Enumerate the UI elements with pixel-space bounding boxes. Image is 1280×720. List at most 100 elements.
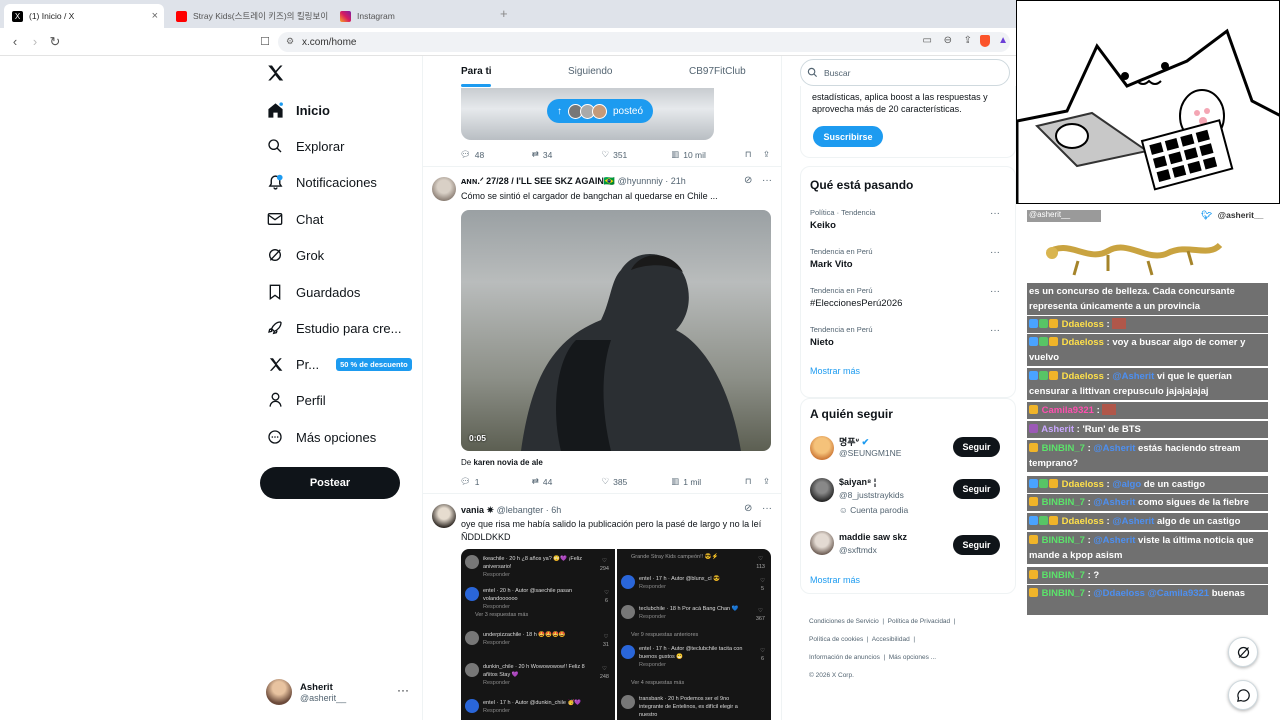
brave-rewards-icon[interactable]: ▲ — [998, 35, 1008, 46]
share-button[interactable]: ⇪ — [763, 149, 770, 160]
chat-bubble-icon — [1236, 688, 1251, 703]
show-more-trends[interactable]: Mostrar más — [810, 366, 860, 376]
trend-more-icon[interactable]: ··· — [990, 325, 1000, 336]
footer-link[interactable]: Accesibilidad — [872, 636, 910, 643]
like-button[interactable]: ♡ 385 — [601, 476, 671, 487]
repost-button[interactable]: ⇄ 44 — [532, 476, 602, 487]
tab-para-ti[interactable]: Para ti — [461, 66, 492, 77]
follow-button[interactable]: Seguir — [953, 535, 1000, 555]
avatar[interactable] — [432, 177, 456, 201]
sidebar-item-perfil[interactable]: Perfil — [266, 391, 326, 409]
sidebar-item-premium[interactable]: Pr... 50 % de descuento — [266, 355, 412, 373]
site-settings-icon[interactable]: ⚙ — [286, 36, 294, 47]
address-bar[interactable]: ⚙ x.com/home ▭ ⊖ ⇪ ▲ — [278, 32, 1010, 52]
bookmark-button[interactable]: ⊓ — [745, 476, 763, 487]
trend-more-icon[interactable]: ··· — [990, 286, 1000, 297]
post-image-grid[interactable]: ikeachile · 20 h ¿8 años ya? 😳💜 ¡Feliz a… — [461, 549, 771, 720]
forward-icon[interactable]: › — [28, 35, 42, 49]
post-more-icon[interactable]: ··· — [762, 175, 772, 186]
tab-siguiendo[interactable]: Siguiendo — [568, 66, 612, 77]
views-button[interactable]: ▥ 10 mil — [671, 149, 745, 160]
footer-link[interactable]: Política de cookies — [809, 636, 863, 643]
sidebar-item-chat[interactable]: Chat — [266, 210, 323, 228]
views-button[interactable]: ▥ 1 mil — [671, 476, 745, 487]
footer-link[interactable]: Información de anuncios — [809, 654, 880, 661]
source-prefix: De — [461, 458, 472, 467]
grok-fab[interactable] — [1228, 637, 1258, 667]
sidebar-item-explorar[interactable]: Explorar — [266, 137, 344, 155]
like-button[interactable]: ♡ 351 — [601, 149, 671, 160]
cast-icon[interactable]: ▭ — [923, 35, 932, 46]
bongo-cat-image — [1017, 28, 1279, 203]
trend-more-icon[interactable]: ··· — [990, 247, 1000, 258]
reply-button[interactable]: 💬︎ 48 — [460, 149, 532, 160]
reply-link: Responder — [483, 680, 510, 686]
trend-item[interactable]: Tendencia en Perú Nieto ··· — [810, 325, 1006, 348]
trend-context: Tendencia en Perú — [810, 286, 873, 295]
close-tab-icon[interactable]: × — [152, 10, 158, 22]
new-posts-pill[interactable]: ↑ posteó — [547, 99, 654, 123]
post-more-icon[interactable]: ··· — [762, 503, 772, 514]
tab-instagram[interactable]: Instagram — [332, 4, 492, 28]
chat-text: es un concurso de belleza. Cada concursa… — [1029, 286, 1235, 312]
sidebar-item-guardados[interactable]: Guardados — [266, 283, 360, 301]
like-count: ♡ 367 — [755, 608, 765, 622]
video-player[interactable]: 0:05 — [461, 210, 771, 451]
post-text: oye que risa me había salido la publicac… — [461, 519, 762, 542]
tab-cb97fitclub[interactable]: CB97FitClub — [689, 66, 746, 77]
share-button[interactable]: ⇪ — [763, 476, 770, 487]
footer-link[interactable]: Más opciones ... — [889, 654, 936, 661]
reload-icon[interactable]: ↻ — [48, 35, 62, 49]
bookmark-page-icon[interactable]: ☐ — [258, 35, 272, 49]
sidebar-item-estudio[interactable]: Estudio para cre... — [266, 319, 402, 337]
show-more-follows[interactable]: Mostrar más — [810, 575, 860, 585]
trend-item[interactable]: Política · Tendencia Keiko ··· — [810, 208, 1006, 231]
follow-name[interactable]: maddie saw skz — [839, 532, 907, 542]
trend-item[interactable]: Tendencia en Perú Mark Vito ··· — [810, 247, 1006, 270]
follow-button[interactable]: Seguir — [953, 437, 1000, 457]
avatar[interactable] — [432, 504, 456, 528]
author-name[interactable]: ᴀɴɴ.ᐟ 27/28 / I'LL SEE SKZ AGAIN🇧🇷 — [461, 176, 615, 186]
bookmark-button[interactable]: ⊓ — [745, 149, 763, 160]
source-name[interactable]: karen novia de ale — [473, 458, 542, 467]
back-icon[interactable]: ‹ — [8, 35, 22, 49]
sidebar-item-label: Grok — [296, 247, 325, 263]
search-input[interactable]: Buscar — [800, 59, 1010, 86]
zoom-icon[interactable]: ⊖ — [944, 35, 952, 46]
messages-fab[interactable] — [1228, 680, 1258, 710]
reply-button[interactable]: 💬︎ 1 — [460, 476, 532, 487]
tab-x-home[interactable]: X (1) Inicio / X × — [4, 4, 164, 28]
tab-youtube[interactable]: Stray Kids(스트레이 키즈)의 킬링보이 — [168, 4, 328, 28]
grok-icon[interactable]: ⊘ — [744, 503, 752, 514]
follow-button[interactable]: Seguir — [953, 479, 1000, 499]
footer-link[interactable]: Condiciones de Servicio — [809, 618, 879, 625]
post-button[interactable]: Postear — [260, 467, 400, 499]
x-logo-icon[interactable] — [266, 64, 284, 82]
trend-item[interactable]: Tendencia en Perú #EleccionesPerú2026 ··… — [810, 286, 1006, 309]
comment-text: Ver 9 respuestas anteriores — [631, 632, 699, 638]
chat-emote-image — [1112, 318, 1127, 329]
twitter-icon: 🐦︎ — [1201, 210, 1212, 220]
avatar[interactable] — [810, 436, 834, 460]
trend-more-icon[interactable]: ··· — [990, 208, 1000, 219]
sidebar-item-inicio[interactable]: Inicio — [266, 101, 330, 119]
grok-icon[interactable]: ⊘ — [744, 175, 752, 186]
follow-name[interactable]: 명푸ᐡ ✔ — [839, 435, 869, 448]
chat-message: BINBIN_7 : @Asherit como sigues de la fi… — [1027, 494, 1268, 511]
account-more-icon[interactable]: ··· — [397, 683, 409, 697]
account-switcher[interactable]: Asherit @asherit__ — [266, 679, 346, 705]
share-icon[interactable]: ⇪ — [964, 35, 972, 46]
repost-button[interactable]: ⇄ 34 — [532, 149, 602, 160]
footer-link[interactable]: Política de Privacidad — [888, 618, 951, 625]
author-name[interactable]: vania ✷ — [461, 505, 494, 515]
sidebar-item-mas-opciones[interactable]: Más opciones — [266, 428, 376, 446]
follow-name[interactable]: $aiyan⁸ ¦ — [839, 477, 876, 487]
new-tab-icon[interactable]: + — [500, 6, 508, 21]
avatar[interactable] — [810, 531, 834, 555]
avatar[interactable] — [810, 478, 834, 502]
sidebar-item-grok[interactable]: Grok — [266, 246, 324, 264]
sidebar-item-notificaciones[interactable]: Notificaciones — [266, 173, 377, 191]
brave-shield-icon[interactable] — [980, 35, 990, 47]
chat-badge-icon — [1029, 371, 1038, 380]
subscribe-button[interactable]: Suscribirse — [813, 126, 883, 147]
